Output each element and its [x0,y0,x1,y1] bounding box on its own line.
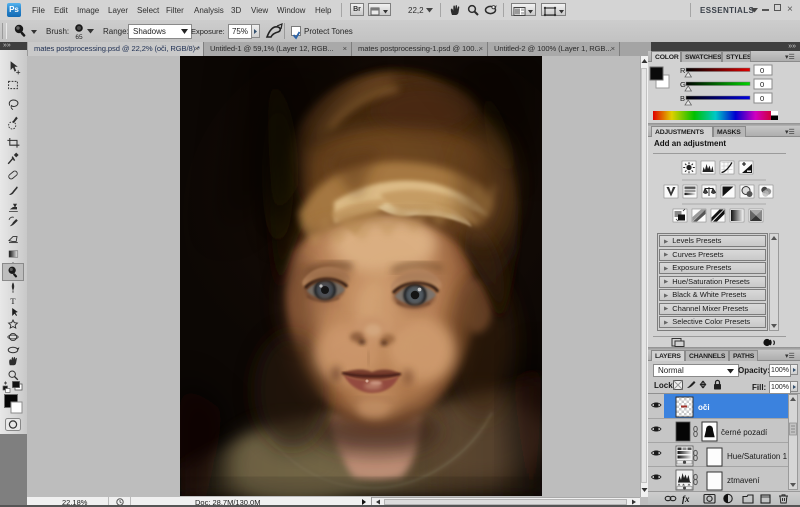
svg-text:R: R [680,66,686,75]
svg-text:Hue/Saturation 1: Hue/Saturation 1 [727,452,788,461]
svg-text:fx: fx [682,494,690,504]
svg-text:G: G [680,80,686,89]
svg-text:ztmavení: ztmavení [727,476,760,485]
svg-text:0: 0 [760,80,764,89]
svg-text:0: 0 [760,94,764,103]
svg-text:oči: oči [698,403,710,412]
svg-text:B: B [680,94,685,103]
svg-text:65: 65 [75,34,83,41]
svg-text:0: 0 [760,66,764,75]
svg-text:černé pozadí: černé pozadí [721,428,768,437]
svg-text:T: T [10,296,16,306]
